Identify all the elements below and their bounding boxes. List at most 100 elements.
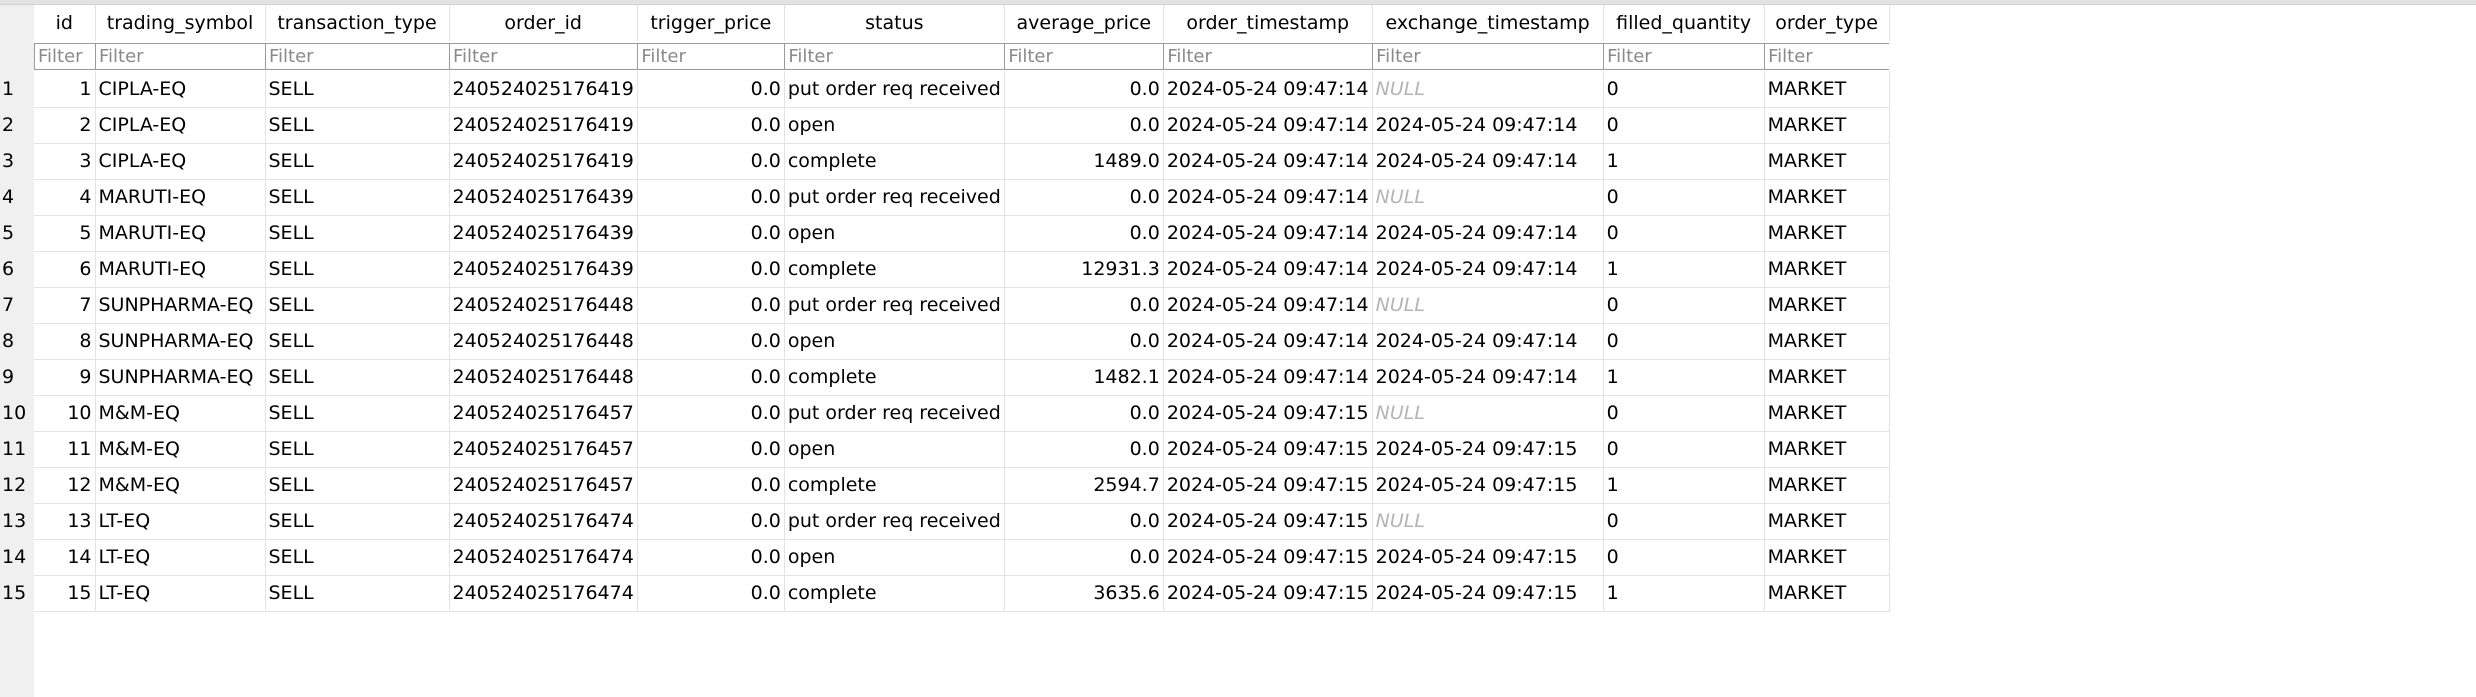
cell-trigger-price[interactable]: 0.0	[637, 251, 785, 288]
cell-average-price[interactable]: 0.0	[1004, 71, 1164, 108]
cell-order-id[interactable]: 240524025176457	[449, 395, 638, 432]
cell-transaction-type[interactable]: SELL	[265, 359, 450, 396]
cell-status[interactable]: complete	[784, 251, 1005, 288]
cell-average-price[interactable]: 2594.7	[1004, 467, 1164, 504]
cell-trigger-price[interactable]: 0.0	[637, 575, 785, 612]
cell-exchange-timestamp[interactable]: 2024-05-24 09:47:15	[1372, 539, 1604, 576]
filter-input-average-price[interactable]: Filter	[1004, 42, 1164, 70]
cell-transaction-type[interactable]: SELL	[265, 179, 450, 216]
filter-input-exchange-timestamp[interactable]: Filter	[1372, 42, 1604, 70]
cell-filled-quantity[interactable]: 0	[1603, 323, 1765, 360]
cell-trading-symbol[interactable]: M&M-EQ	[95, 431, 266, 468]
cell-transaction-type[interactable]: SELL	[265, 395, 450, 432]
cell-transaction-type[interactable]: SELL	[265, 575, 450, 612]
cell-trading-symbol[interactable]: LT-EQ	[95, 575, 266, 612]
cell-transaction-type[interactable]: SELL	[265, 539, 450, 576]
cell-average-price[interactable]: 0.0	[1004, 179, 1164, 216]
cell-filled-quantity[interactable]: 0	[1603, 179, 1765, 216]
cell-order-id[interactable]: 240524025176457	[449, 431, 638, 468]
cell-order-timestamp[interactable]: 2024-05-24 09:47:15	[1163, 431, 1373, 468]
cell-order-id[interactable]: 240524025176448	[449, 287, 638, 324]
cell-id[interactable]: 10	[34, 395, 96, 432]
row-number[interactable]: 11	[0, 431, 34, 467]
cell-filled-quantity[interactable]: 1	[1603, 467, 1765, 504]
cell-order-timestamp[interactable]: 2024-05-24 09:47:14	[1163, 143, 1373, 180]
cell-transaction-type[interactable]: SELL	[265, 71, 450, 108]
column-header-id[interactable]: id	[34, 5, 96, 41]
cell-order-type[interactable]: MARKET	[1764, 323, 1890, 360]
cell-id[interactable]: 5	[34, 215, 96, 252]
cell-trigger-price[interactable]: 0.0	[637, 359, 785, 396]
cell-exchange-timestamp[interactable]: NULL	[1372, 395, 1604, 432]
cell-filled-quantity[interactable]: 1	[1603, 359, 1765, 396]
cell-exchange-timestamp[interactable]: 2024-05-24 09:47:15	[1372, 467, 1604, 504]
cell-trading-symbol[interactable]: MARUTI-EQ	[95, 215, 266, 252]
cell-trading-symbol[interactable]: SUNPHARMA-EQ	[95, 323, 266, 360]
cell-average-price[interactable]: 12931.3	[1004, 251, 1164, 288]
cell-order-type[interactable]: MARKET	[1764, 359, 1890, 396]
cell-average-price[interactable]: 0.0	[1004, 107, 1164, 144]
cell-id[interactable]: 1	[34, 71, 96, 108]
cell-trading-symbol[interactable]: SUNPHARMA-EQ	[95, 359, 266, 396]
cell-exchange-timestamp[interactable]: 2024-05-24 09:47:15	[1372, 431, 1604, 468]
cell-order-id[interactable]: 240524025176439	[449, 179, 638, 216]
cell-average-price[interactable]: 0.0	[1004, 215, 1164, 252]
cell-filled-quantity[interactable]: 0	[1603, 287, 1765, 324]
row-number[interactable]: 15	[0, 575, 34, 611]
cell-id[interactable]: 14	[34, 539, 96, 576]
column-header-order-id[interactable]: order_id	[449, 5, 638, 41]
cell-order-type[interactable]: MARKET	[1764, 215, 1890, 252]
cell-id[interactable]: 4	[34, 179, 96, 216]
cell-order-timestamp[interactable]: 2024-05-24 09:47:14	[1163, 359, 1373, 396]
cell-exchange-timestamp[interactable]: 2024-05-24 09:47:14	[1372, 215, 1604, 252]
cell-exchange-timestamp[interactable]: NULL	[1372, 71, 1604, 108]
cell-trigger-price[interactable]: 0.0	[637, 179, 785, 216]
column-header-exchange-timestamp[interactable]: exchange_timestamp	[1372, 5, 1604, 41]
column-header-order-type[interactable]: order_type	[1764, 5, 1890, 41]
cell-exchange-timestamp[interactable]: NULL	[1372, 503, 1604, 540]
cell-order-id[interactable]: 240524025176439	[449, 251, 638, 288]
cell-transaction-type[interactable]: SELL	[265, 251, 450, 288]
cell-order-id[interactable]: 240524025176419	[449, 71, 638, 108]
cell-trading-symbol[interactable]: MARUTI-EQ	[95, 251, 266, 288]
cell-order-timestamp[interactable]: 2024-05-24 09:47:14	[1163, 251, 1373, 288]
cell-id[interactable]: 9	[34, 359, 96, 396]
cell-filled-quantity[interactable]: 0	[1603, 107, 1765, 144]
cell-order-type[interactable]: MARKET	[1764, 107, 1890, 144]
cell-id[interactable]: 2	[34, 107, 96, 144]
table-row[interactable]: 15 15 LT-EQ SELL 240524025176474 0.0 complete 3…	[0, 575, 1890, 612]
cell-status[interactable]: complete	[784, 575, 1005, 612]
cell-exchange-timestamp[interactable]: NULL	[1372, 179, 1604, 216]
cell-order-id[interactable]: 240524025176457	[449, 467, 638, 504]
cell-order-timestamp[interactable]: 2024-05-24 09:47:14	[1163, 287, 1373, 324]
row-number[interactable]: 2	[0, 107, 34, 143]
row-number[interactable]: 6	[0, 251, 34, 287]
cell-exchange-timestamp[interactable]: 2024-05-24 09:47:14	[1372, 323, 1604, 360]
table-row[interactable]: 7 7 SUNPHARMA-EQ SELL 240524025176448 0.0 put …	[0, 287, 1890, 324]
cell-trigger-price[interactable]: 0.0	[637, 107, 785, 144]
cell-filled-quantity[interactable]: 0	[1603, 431, 1765, 468]
cell-trigger-price[interactable]: 0.0	[637, 323, 785, 360]
cell-order-id[interactable]: 240524025176439	[449, 215, 638, 252]
cell-trading-symbol[interactable]: SUNPHARMA-EQ	[95, 287, 266, 324]
cell-status[interactable]: put order req received	[784, 503, 1005, 540]
cell-order-timestamp[interactable]: 2024-05-24 09:47:15	[1163, 467, 1373, 504]
cell-order-type[interactable]: MARKET	[1764, 431, 1890, 468]
cell-trading-symbol[interactable]: M&M-EQ	[95, 467, 266, 504]
table-row[interactable]: 3 3 CIPLA-EQ SELL 240524025176419 0.0 complete…	[0, 143, 1890, 180]
cell-order-id[interactable]: 240524025176448	[449, 359, 638, 396]
cell-status[interactable]: open	[784, 323, 1005, 360]
row-number[interactable]: 1	[0, 71, 34, 107]
cell-trigger-price[interactable]: 0.0	[637, 395, 785, 432]
filter-input-order-id[interactable]: Filter	[449, 42, 638, 70]
cell-transaction-type[interactable]: SELL	[265, 323, 450, 360]
cell-trigger-price[interactable]: 0.0	[637, 215, 785, 252]
cell-transaction-type[interactable]: SELL	[265, 107, 450, 144]
filter-input-id[interactable]: Filter	[34, 42, 95, 70]
cell-order-id[interactable]: 240524025176419	[449, 107, 638, 144]
cell-status[interactable]: complete	[784, 143, 1005, 180]
cell-exchange-timestamp[interactable]: NULL	[1372, 287, 1604, 324]
cell-status[interactable]: put order req received	[784, 71, 1005, 108]
table-row[interactable]: 12 12 M&M-EQ SELL 240524025176457 0.0 complete…	[0, 467, 1890, 504]
cell-trigger-price[interactable]: 0.0	[637, 143, 785, 180]
